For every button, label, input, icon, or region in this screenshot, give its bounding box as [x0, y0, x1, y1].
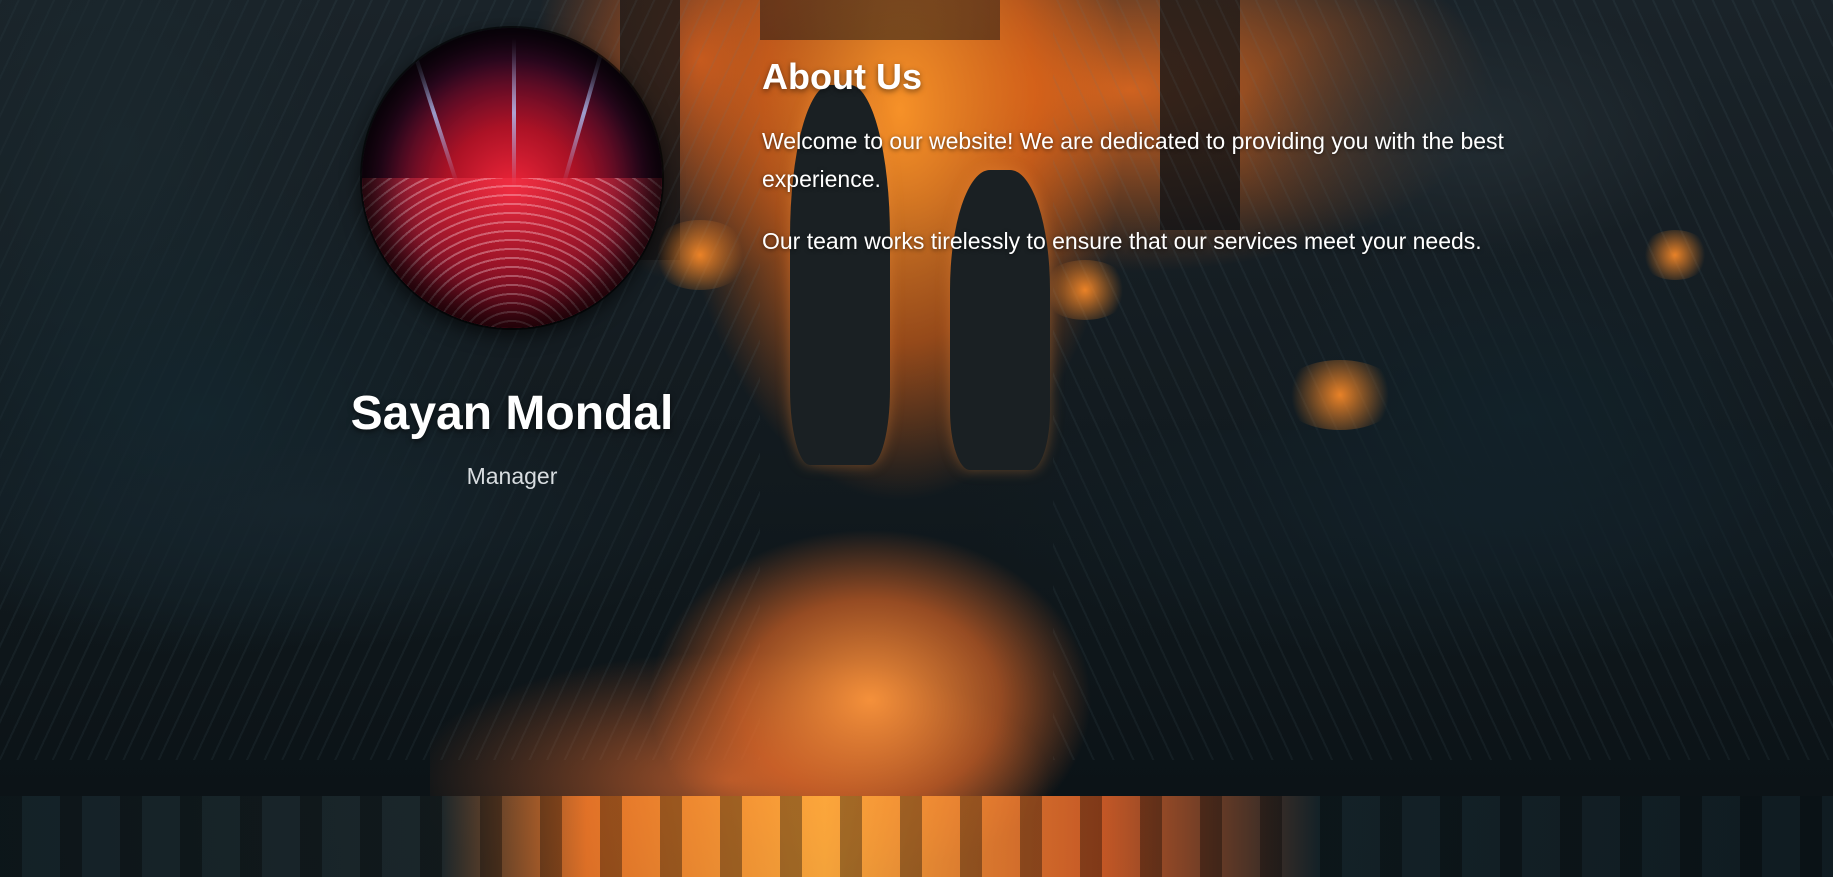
profile-card: Sayan Mondal Manager — [340, 20, 684, 490]
about-paragraph: Welcome to our website! We are dedicated… — [762, 128, 1504, 192]
avatar-vignette — [362, 28, 662, 328]
about-heading: About Us — [762, 56, 922, 97]
about-paragraph: Our team works tirelessly to ensure that… — [762, 228, 1482, 254]
avatar — [362, 28, 662, 328]
main-content: Sayan Mondal Manager About Us Welcome to… — [0, 0, 1833, 877]
profile-name: Sayan Mondal — [350, 387, 674, 440]
profile-role: Manager — [466, 462, 558, 489]
about-section: About Us Welcome to our website! We are … — [762, 56, 1542, 284]
